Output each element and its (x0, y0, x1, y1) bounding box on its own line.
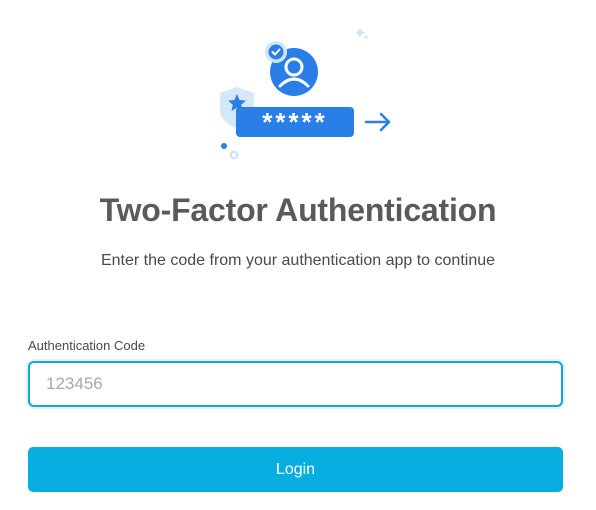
login-button[interactable]: Login (28, 447, 563, 492)
sparkle-icon (355, 27, 368, 39)
two-factor-illustration: ***** (220, 27, 391, 160)
arrow-right-icon (364, 112, 391, 132)
authentication-code-label: Authentication Code (28, 338, 146, 353)
authentication-code-input[interactable] (28, 361, 563, 407)
page-title: Two-Factor Authentication (99, 192, 497, 228)
two-factor-page: ***** Two-Factor Authentication Enter th… (0, 0, 596, 510)
password-field-icon: ***** (236, 107, 354, 137)
svg-text:*****: ***** (262, 107, 328, 137)
check-badge-icon (265, 41, 287, 63)
page-subtitle: Enter the code from your authentication … (100, 252, 496, 269)
decorative-dots (221, 143, 239, 160)
